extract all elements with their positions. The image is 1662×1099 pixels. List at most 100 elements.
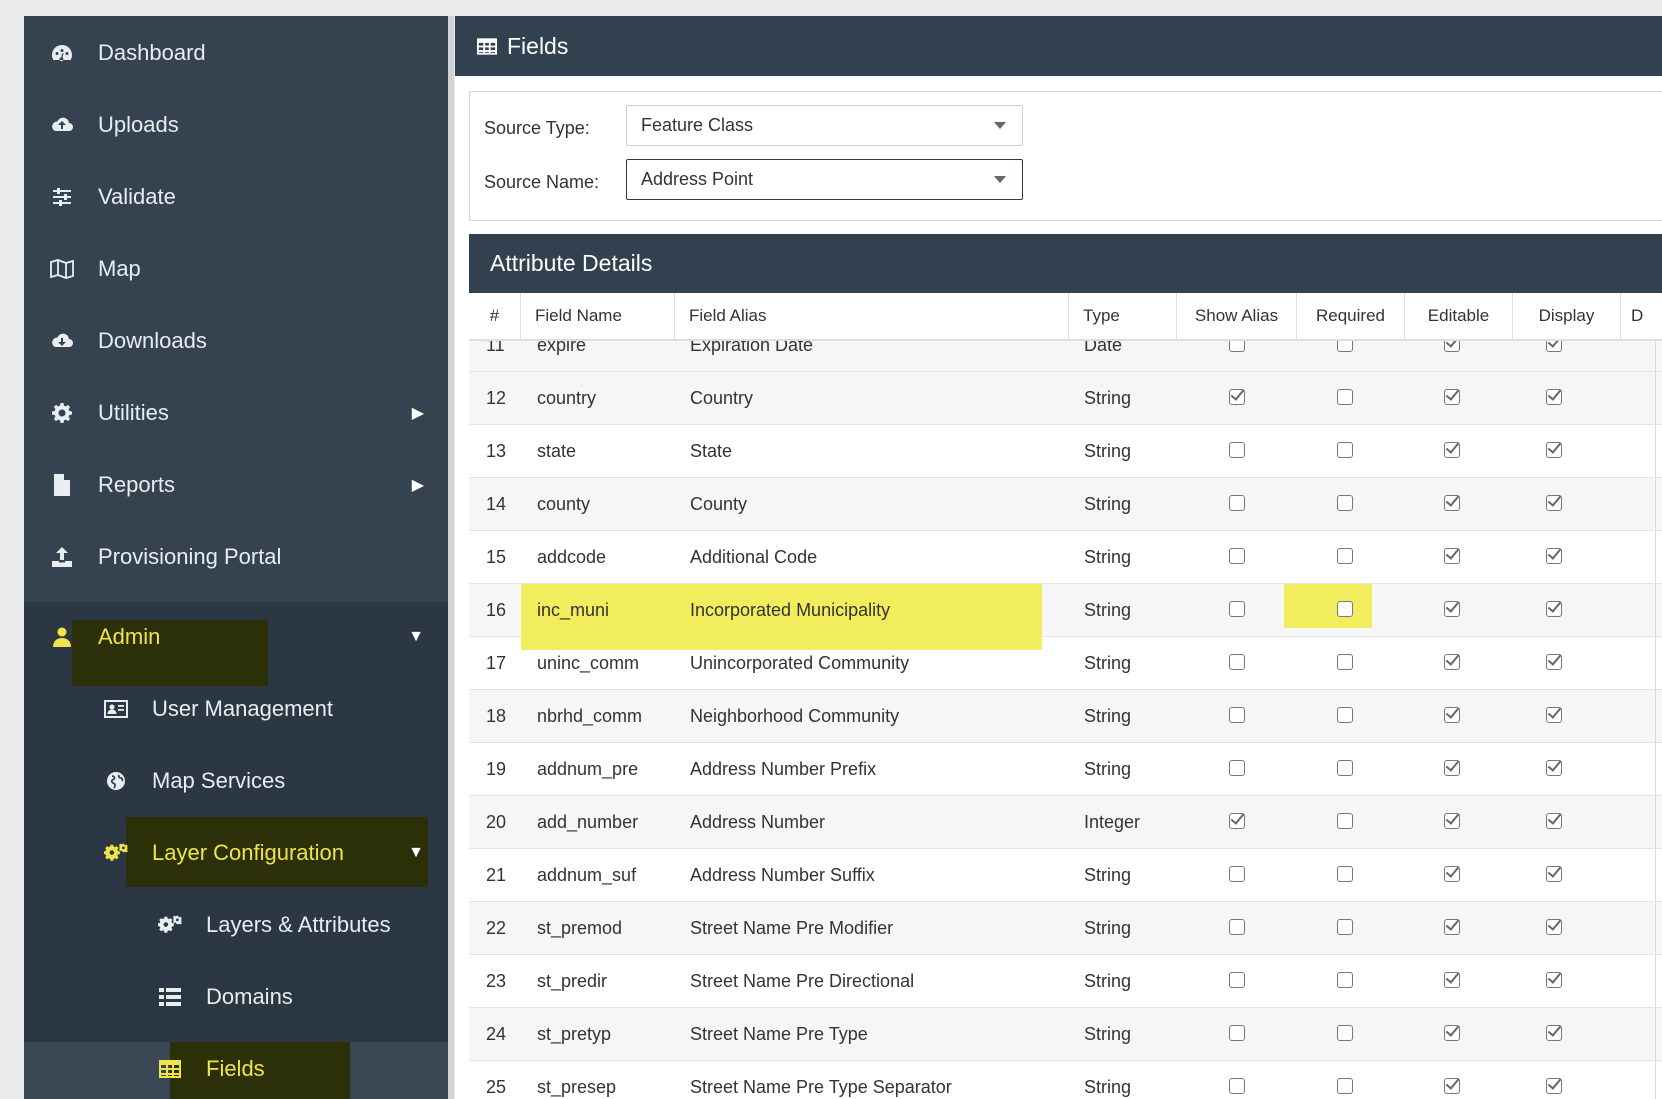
col-header-editable[interactable]: Editable bbox=[1405, 293, 1513, 339]
editable-checkbox[interactable] bbox=[1444, 442, 1460, 458]
table-row[interactable]: 18 nbrhd_comm Neighborhood Community String bbox=[469, 690, 1662, 743]
sidebar-item-label: Layers & Attributes bbox=[206, 911, 391, 937]
editable-checkbox[interactable] bbox=[1444, 813, 1460, 829]
display-checkbox[interactable] bbox=[1546, 495, 1562, 511]
display-checkbox[interactable] bbox=[1546, 442, 1562, 458]
table-row[interactable]: 13 state State String bbox=[469, 425, 1662, 478]
editable-checkbox[interactable] bbox=[1444, 760, 1460, 776]
col-header-field-alias[interactable]: Field Alias bbox=[675, 293, 1069, 339]
editable-checkbox[interactable] bbox=[1444, 866, 1460, 882]
display-checkbox[interactable] bbox=[1546, 972, 1562, 988]
required-checkbox[interactable] bbox=[1337, 760, 1353, 776]
sidebar-item-user-management[interactable]: User Management bbox=[24, 672, 448, 745]
required-checkbox[interactable] bbox=[1337, 919, 1353, 935]
table-row[interactable]: 23 st_predir Street Name Pre Directional St… bbox=[469, 955, 1662, 1008]
display-checkbox[interactable] bbox=[1546, 389, 1562, 405]
show-alias-checkbox[interactable] bbox=[1229, 1025, 1245, 1041]
sidebar-item-validate[interactable]: Validate bbox=[24, 160, 448, 233]
sidebar-item-provisioning-portal[interactable]: Provisioning Portal bbox=[24, 520, 448, 593]
table-row[interactable]: 15 addcode Additional Code String bbox=[469, 531, 1662, 584]
col-header-truncated[interactable]: D bbox=[1621, 293, 1662, 339]
required-checkbox[interactable] bbox=[1337, 601, 1353, 617]
display-checkbox[interactable] bbox=[1546, 654, 1562, 670]
table-row[interactable]: 21 addnum_suf Address Number Suffix String bbox=[469, 849, 1662, 902]
editable-checkbox[interactable] bbox=[1444, 919, 1460, 935]
editable-checkbox[interactable] bbox=[1444, 654, 1460, 670]
table-row[interactable]: 14 county County String bbox=[469, 478, 1662, 531]
show-alias-checkbox[interactable] bbox=[1229, 919, 1245, 935]
table-row[interactable]: 25 st_presep Street Name Pre Type Separato… bbox=[469, 1061, 1662, 1099]
table-row[interactable]: 16 inc_muni Incorporated Municipality Strin… bbox=[469, 584, 1662, 650]
sidebar-scrollbar[interactable] bbox=[448, 16, 454, 1099]
table-row[interactable]: 19 addnum_pre Address Number Prefix String bbox=[469, 743, 1662, 796]
display-checkbox[interactable] bbox=[1546, 866, 1562, 882]
display-checkbox[interactable] bbox=[1546, 548, 1562, 564]
editable-checkbox[interactable] bbox=[1444, 1025, 1460, 1041]
table-row[interactable]: 22 st_premod Street Name Pre Modifier Strin… bbox=[469, 902, 1662, 955]
col-header-field-name[interactable]: Field Name bbox=[521, 293, 675, 339]
col-header-show-alias[interactable]: Show Alias bbox=[1177, 293, 1297, 339]
required-checkbox[interactable] bbox=[1337, 1025, 1353, 1041]
show-alias-checkbox[interactable] bbox=[1229, 601, 1245, 617]
show-alias-checkbox[interactable] bbox=[1229, 760, 1245, 776]
sidebar-item-dashboard[interactable]: Dashboard bbox=[24, 16, 448, 89]
editable-checkbox[interactable] bbox=[1444, 495, 1460, 511]
sidebar-item-reports[interactable]: Reports ▶ bbox=[24, 448, 448, 521]
show-alias-checkbox[interactable] bbox=[1229, 548, 1245, 564]
display-checkbox[interactable] bbox=[1546, 1025, 1562, 1041]
sidebar-item-domains[interactable]: Domains bbox=[24, 960, 448, 1033]
col-header-display[interactable]: Display bbox=[1513, 293, 1621, 339]
show-alias-checkbox[interactable] bbox=[1229, 866, 1245, 882]
sidebar-item-downloads[interactable]: Downloads bbox=[24, 304, 448, 377]
sidebar-item-layer-configuration[interactable]: Layer Configuration ▼ bbox=[24, 816, 448, 889]
sidebar-item-uploads[interactable]: Uploads bbox=[24, 88, 448, 161]
display-checkbox[interactable] bbox=[1546, 1078, 1562, 1094]
show-alias-checkbox[interactable] bbox=[1229, 654, 1245, 670]
row-edge bbox=[1655, 339, 1662, 371]
required-checkbox[interactable] bbox=[1337, 442, 1353, 458]
display-checkbox[interactable] bbox=[1546, 813, 1562, 829]
table-row[interactable]: 12 country Country String bbox=[469, 372, 1662, 425]
table-row[interactable]: 20 add_number Address Number Integer bbox=[469, 796, 1662, 849]
required-checkbox[interactable] bbox=[1337, 813, 1353, 829]
required-checkbox[interactable] bbox=[1337, 548, 1353, 564]
show-alias-checkbox[interactable] bbox=[1229, 813, 1245, 829]
editable-checkbox[interactable] bbox=[1444, 707, 1460, 723]
show-alias-checkbox[interactable] bbox=[1229, 972, 1245, 988]
editable-checkbox[interactable] bbox=[1444, 389, 1460, 405]
sidebar-item-map-services[interactable]: Map Services bbox=[24, 744, 448, 817]
field-type: String bbox=[1084, 758, 1132, 779]
required-checkbox[interactable] bbox=[1337, 707, 1353, 723]
display-checkbox[interactable] bbox=[1546, 707, 1562, 723]
display-checkbox[interactable] bbox=[1546, 760, 1562, 776]
col-header-type[interactable]: Type bbox=[1069, 293, 1177, 339]
sidebar-item-admin[interactable]: Admin ▼ bbox=[24, 600, 448, 673]
required-checkbox[interactable] bbox=[1337, 389, 1353, 405]
sidebar-item-layers-attributes[interactable]: Layers & Attributes bbox=[24, 888, 448, 961]
show-alias-checkbox[interactable] bbox=[1229, 1078, 1245, 1094]
required-checkbox[interactable] bbox=[1337, 972, 1353, 988]
source-name-select[interactable]: Address Point bbox=[626, 159, 1023, 200]
show-alias-checkbox[interactable] bbox=[1229, 389, 1245, 405]
sidebar-item-utilities[interactable]: Utilities ▶ bbox=[24, 376, 448, 449]
editable-checkbox[interactable] bbox=[1444, 601, 1460, 617]
col-header-number[interactable]: # bbox=[469, 293, 521, 339]
col-header-required[interactable]: Required bbox=[1297, 293, 1405, 339]
required-checkbox[interactable] bbox=[1337, 1078, 1353, 1094]
editable-checkbox[interactable] bbox=[1444, 1078, 1460, 1094]
sidebar-item-fields[interactable]: Fields bbox=[24, 1032, 448, 1099]
required-checkbox[interactable] bbox=[1337, 495, 1353, 511]
editable-checkbox[interactable] bbox=[1444, 972, 1460, 988]
display-checkbox[interactable] bbox=[1546, 601, 1562, 617]
sidebar-item-map[interactable]: Map bbox=[24, 232, 448, 305]
table-row[interactable]: 24 st_pretyp Street Name Pre Type String bbox=[469, 1008, 1662, 1061]
display-checkbox[interactable] bbox=[1546, 919, 1562, 935]
show-alias-checkbox[interactable] bbox=[1229, 495, 1245, 511]
editable-checkbox[interactable] bbox=[1444, 548, 1460, 564]
required-checkbox[interactable] bbox=[1337, 866, 1353, 882]
show-alias-checkbox[interactable] bbox=[1229, 442, 1245, 458]
table-row[interactable]: 11 expire Expiration Date Date bbox=[469, 339, 1662, 372]
source-type-select[interactable]: Feature Class bbox=[626, 105, 1023, 146]
required-checkbox[interactable] bbox=[1337, 654, 1353, 670]
show-alias-checkbox[interactable] bbox=[1229, 707, 1245, 723]
